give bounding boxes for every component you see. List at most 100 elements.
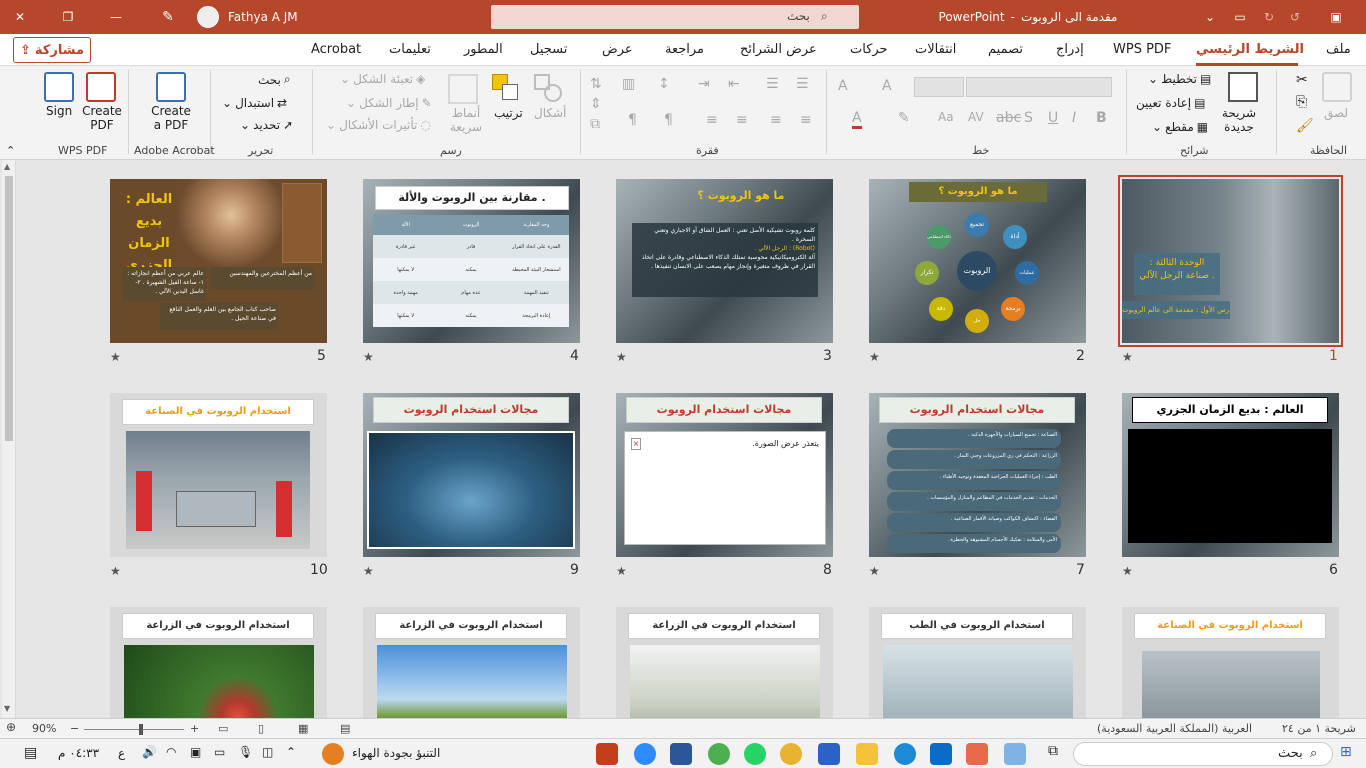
line-spacing-icon[interactable]: ↕ [658,76,670,92]
change-case-icon[interactable]: Aa [938,110,954,124]
tab-slideshow[interactable]: عرض الشرائح [740,42,817,57]
numbering-icon[interactable]: ☰ [766,76,779,92]
tab-insert[interactable]: إدراج [1056,42,1084,57]
strikethrough-icon[interactable]: abc [996,110,1021,126]
wifi-icon[interactable]: ◠ [166,745,176,759]
paste-button[interactable]: لصق [1324,106,1348,120]
increase-font-icon[interactable]: A [882,78,892,94]
file-explorer-icon[interactable] [856,743,878,765]
copy-icon[interactable]: ⎘ [1296,94,1307,110]
search-input[interactable]: ⌕ بحث [491,5,859,29]
format-painter-icon[interactable]: 🖌 [1296,118,1314,134]
slide-thumbnail-11[interactable]: استخدام الروبوت في الصناعة [1122,607,1339,718]
slide-thumbnail-3[interactable]: ما هو الروبوت ؟ كلمة روبوت تشيكية الأصل … [616,179,833,343]
scroll-down-icon[interactable]: ▼ [4,704,10,713]
slide-thumbnail-2[interactable]: ما هو الروبوت ؟ الروبوت تجميع أداة عمليا… [869,179,1086,343]
tab-view[interactable]: عرض [602,42,633,57]
paste-icon[interactable] [1322,72,1352,102]
zoom-slider[interactable] [84,729,184,730]
clear-format-icon[interactable]: A [838,78,848,94]
collapse-ribbon-icon[interactable]: ⌃ [6,144,15,157]
app-icon[interactable] [966,743,988,765]
shapes-icon[interactable] [534,74,564,104]
bold-icon[interactable]: B [1096,110,1107,126]
word-icon[interactable] [670,743,692,765]
quick-styles-button[interactable]: أنماط سريعة [446,106,486,134]
shape-effects-button[interactable]: ⌄ تأثيرات الأشكال ◌ [326,118,431,132]
slide-thumbnail-1[interactable]: الوحدة الثالثة : صناعة الرجل الآلي . الد… [1118,175,1343,347]
tab-developer[interactable]: المطور [464,42,503,57]
slideshow-view-icon[interactable]: ▭ [218,722,228,735]
slide-thumbnail-7[interactable]: مجالات استخدام الروبوت الصناعة : تجميع ا… [869,393,1086,557]
tab-file[interactable]: ملف [1326,42,1351,57]
keyboard-language[interactable]: ع [118,746,125,760]
align-text-icon[interactable]: ⇕ [590,96,602,112]
create-pdf-icon[interactable] [86,72,116,102]
cut-icon[interactable]: ✂ [1296,72,1308,88]
close-icon[interactable]: ✕ [0,0,40,34]
slide-thumbnail-9[interactable]: مجالات استخدام الروبوت [363,393,580,557]
font-size-box[interactable] [914,77,964,97]
font-color-icon[interactable]: A [852,110,862,129]
zoom-out-icon[interactable]: − [70,722,79,735]
scroll-up-icon[interactable]: ▲ [4,162,10,171]
weather-icon[interactable] [322,743,344,765]
slide-thumbnail-13[interactable]: استخدام الروبوت في الزراعة [616,607,833,718]
text-direction-icon[interactable]: ⇅ [590,76,602,92]
customize-qat-icon[interactable]: ⌄ [1200,0,1220,34]
align-right-icon[interactable]: ≡ [800,112,812,128]
arrange-button[interactable]: ترتيب [494,106,523,120]
quick-styles-icon[interactable] [448,74,478,104]
windows-start-icon[interactable]: ⊞ [1340,744,1352,760]
edge-icon[interactable] [894,743,916,765]
vertical-scrollbar[interactable]: ▲ ▼ [2,160,16,718]
slide-thumbnail-12[interactable]: استخدام الروبوت في الطب [869,607,1086,718]
chrome-icon[interactable] [708,743,730,765]
slide-thumbnail-15[interactable]: استخدام الروبوت في الزراعة [110,607,327,718]
font-name-box[interactable] [966,77,1112,97]
ltr-icon[interactable]: ¶ [628,112,637,128]
save-icon[interactable]: ▣ [1324,0,1348,34]
normal-view-icon[interactable]: ▤ [340,722,350,735]
tab-help[interactable]: تعليمات [389,42,431,57]
powerpoint-icon[interactable] [596,743,618,765]
align-left-icon[interactable]: ≡ [736,112,748,128]
section-button[interactable]: ⌄ مقطع ▦ [1152,120,1208,134]
new-slide-icon[interactable] [1228,72,1258,102]
share-button[interactable]: ⇪ مشاركة [13,37,91,63]
outdent-icon[interactable]: ⇥ [698,76,710,92]
slide-thumbnail-14[interactable]: استخدام الروبوت في الزراعة [363,607,580,718]
tab-home[interactable]: الشريط الرئيسي [1196,42,1304,57]
minimize-icon[interactable]: — [98,0,134,34]
char-spacing-icon[interactable]: AV [968,110,984,124]
zoom-level[interactable]: 90% [32,722,56,735]
smartart-icon[interactable]: ⧉ [590,116,600,132]
sign-button[interactable]: Sign [46,104,72,118]
underline-icon[interactable]: U [1048,110,1058,126]
italic-icon[interactable]: I [1072,110,1076,126]
zoom-in-icon[interactable]: + [190,722,199,735]
create-pdf-button[interactable]: Create PDF [82,104,122,132]
whatsapp-icon[interactable] [744,743,766,765]
create-a-pdf-icon[interactable] [156,72,186,102]
zoom-slider-thumb[interactable] [139,724,143,735]
avatar[interactable] [196,0,220,34]
zoom-icon[interactable] [634,743,656,765]
chrome-icon[interactable] [780,743,802,765]
tab-record[interactable]: تسجيل [530,42,567,57]
app-icon[interactable] [818,743,840,765]
reset-button[interactable]: إعادة تعيين ▤ [1136,96,1205,110]
speaker-icon[interactable]: 🔊 [142,745,157,759]
rtl-icon[interactable]: ¶ [664,112,673,128]
language-indicator[interactable]: العربية (المملكة العربية السعودية) [1097,722,1252,735]
tab-review[interactable]: مراجعة [665,42,704,57]
align-center-icon[interactable]: ≡ [770,112,782,128]
layout-button[interactable]: ⌄ تخطيط ▤ [1148,72,1211,86]
bullets-icon[interactable]: ☰ [796,76,809,92]
fit-slide-icon[interactable]: ⊕ [6,720,16,734]
new-slide-button[interactable]: شريحة جديدة [1218,106,1260,134]
slide-thumbnail-6[interactable]: العالم : بديع الزمان الجزري [1122,393,1339,557]
shape-fill-button[interactable]: ⌄ تعبئة الشكل ◈ [340,72,425,86]
task-view-icon[interactable]: ⧉ [1042,743,1064,765]
tab-animations[interactable]: حركات [850,42,888,57]
